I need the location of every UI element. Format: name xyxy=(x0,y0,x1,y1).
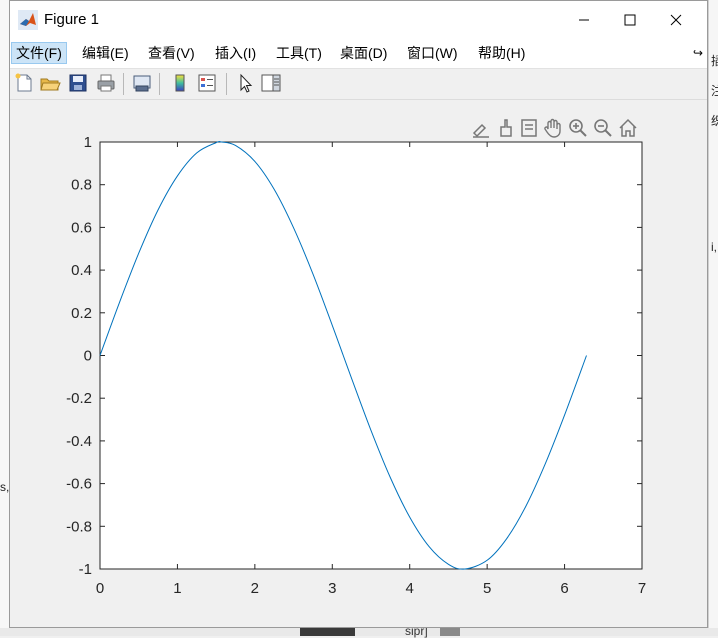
x-tick-label: 6 xyxy=(560,580,568,597)
background-text: 插 xyxy=(711,54,718,68)
y-tick-label: -0.4 xyxy=(66,433,92,450)
x-tick-labels: 0 1 2 3 4 5 6 7 xyxy=(96,580,646,597)
y-tick-label: 0 xyxy=(84,348,92,365)
y-tick-label: 0.2 xyxy=(71,305,92,322)
y-tick-label: -1 xyxy=(79,561,92,578)
x-tick-label: 5 xyxy=(483,580,491,597)
x-tick-label: 2 xyxy=(251,580,259,597)
x-tick-label: 7 xyxy=(638,580,646,597)
y-tick-labels: -1 -0.8 -0.6 -0.4 -0.2 0 0.2 0.4 0.6 0.8 1 xyxy=(66,134,92,578)
plot-canvas: 0 1 2 3 4 5 6 7 -1 -0.8 -0.6 -0.4 -0.2 0 0.2 0.4 0.6 0.8… xyxy=(66,134,646,597)
y-tick-label: 0.8 xyxy=(71,177,92,194)
y-tick-label: 1 xyxy=(84,134,92,151)
figure-window: Figure 1 文件(F) 编辑(E) 查看(V) 插入(I) 工具(T) 桌… xyxy=(9,0,708,628)
background-text: 织 xyxy=(711,114,718,128)
axes-background[interactable] xyxy=(99,141,643,570)
x-tick-label: 1 xyxy=(173,580,181,597)
x-tick-label: 0 xyxy=(96,580,104,597)
x-tick-label: 4 xyxy=(406,580,414,597)
background-text: 注 xyxy=(711,84,718,98)
background-text: s, xyxy=(0,480,10,494)
y-tick-label: 0.4 xyxy=(71,262,92,279)
y-tick-label: -0.6 xyxy=(66,476,92,493)
background-right-window: 插 注 织 i, xyxy=(708,0,718,636)
x-tick-label: 3 xyxy=(328,580,336,597)
y-tick-label: -0.8 xyxy=(66,518,92,535)
y-tick-label: 0.6 xyxy=(71,219,92,236)
background-taskbar: sipr] xyxy=(0,624,718,638)
background-task-button xyxy=(440,628,460,636)
background-text: i, xyxy=(711,240,717,254)
background-task-button xyxy=(300,628,355,636)
background-left-window: s, xyxy=(0,0,9,636)
y-tick-label: -0.2 xyxy=(66,390,92,407)
